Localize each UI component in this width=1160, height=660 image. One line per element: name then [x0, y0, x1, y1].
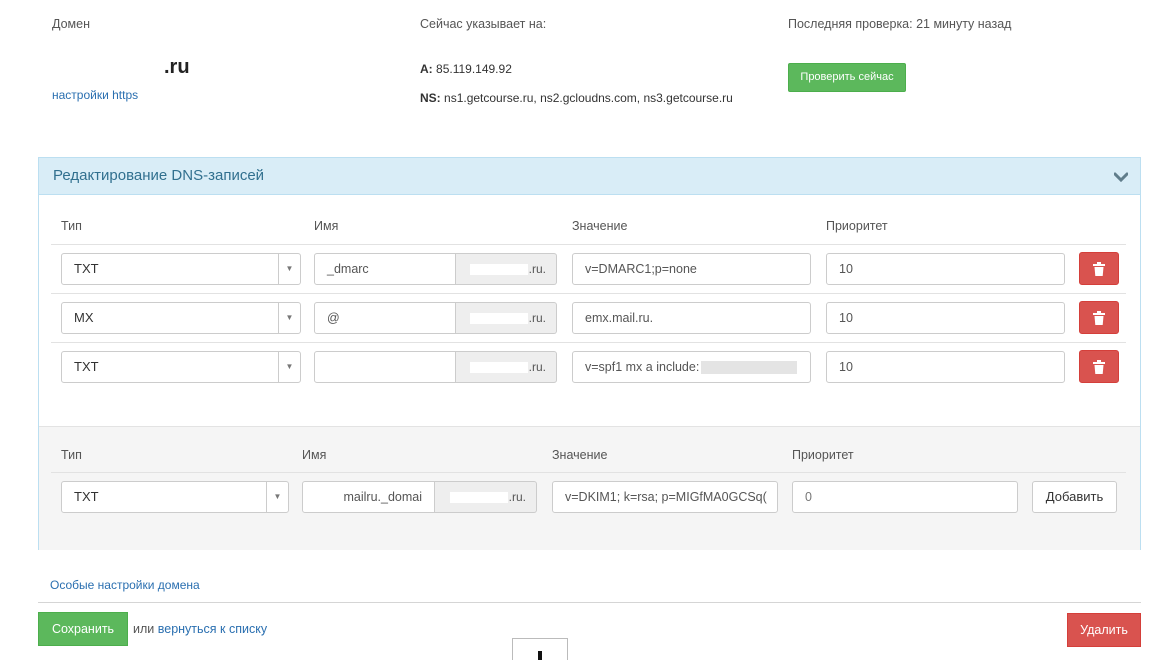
- record-name-input[interactable]: _dmarc: [314, 253, 456, 285]
- panel-title: Редактирование DNS-записей: [53, 167, 265, 184]
- special-settings-link[interactable]: Особые настройки домена: [50, 578, 200, 592]
- domain-label: Домен: [52, 17, 91, 31]
- back-to-list-link[interactable]: вернуться к списку: [158, 622, 267, 636]
- record-suffix-text: .ru.: [528, 360, 546, 374]
- col-head-name: Имя: [314, 219, 339, 233]
- record-type-value: MX: [74, 310, 94, 325]
- new-record-suffix-text: .ru.: [508, 490, 526, 504]
- trash-icon: [1093, 311, 1105, 325]
- ns-record-key: NS:: [420, 91, 441, 105]
- new-record-area: Тип Имя Значение Приоритет TXT ▼ mailru.…: [39, 426, 1140, 550]
- delete-record-button[interactable]: [1079, 301, 1119, 334]
- ns-record-line: NS: ns1.getcourse.ru, ns2.gcloudns.com, …: [420, 91, 733, 105]
- caret-down-icon: ▼: [266, 482, 288, 512]
- record-priority-input[interactable]: 10: [826, 351, 1065, 383]
- record-type-select[interactable]: TXT ▼: [61, 351, 301, 383]
- footer-divider: [38, 602, 1141, 603]
- record-type-value: TXT: [74, 261, 99, 276]
- record-value-input[interactable]: emx.mail.ru.: [572, 302, 811, 334]
- col-head-value: Значение: [572, 219, 628, 233]
- record-type-select[interactable]: MX ▼: [61, 302, 301, 334]
- dns-edit-panel: Редактирование DNS-записей Тип Имя Значе…: [38, 157, 1141, 550]
- check-now-button[interactable]: Проверить сейчас: [788, 63, 906, 92]
- new-record-type-select[interactable]: TXT ▼: [61, 481, 289, 513]
- new-header-divider: [51, 472, 1126, 473]
- record-priority-input[interactable]: 10: [826, 302, 1065, 334]
- record-name-input[interactable]: @: [314, 302, 456, 334]
- last-check-text: Последняя проверка: 21 минуту назад: [788, 17, 1012, 31]
- masked-domain: [469, 264, 528, 276]
- masked-domain: [469, 362, 528, 374]
- a-record-key: A:: [420, 62, 433, 76]
- new-col-head-priority: Приоритет: [792, 448, 854, 462]
- row-divider: [51, 293, 1126, 294]
- panel-header[interactable]: Редактирование DNS-записей: [39, 158, 1140, 195]
- ns-record-value: ns1.getcourse.ru, ns2.gcloudns.com, ns3.…: [444, 91, 733, 105]
- pointing-label: Сейчас указывает на:: [420, 17, 547, 31]
- new-col-head-type: Тип: [61, 448, 82, 462]
- masked-value: [701, 361, 798, 375]
- new-record-priority-input[interactable]: 0: [792, 481, 1018, 513]
- https-settings-link[interactable]: настройки https: [52, 88, 138, 102]
- trash-icon: [1093, 360, 1105, 374]
- new-col-head-name: Имя: [302, 448, 327, 462]
- header-divider: [51, 244, 1126, 245]
- text-cursor-overlay: [512, 638, 568, 660]
- record-priority-input[interactable]: 10: [826, 253, 1065, 285]
- or-text: или: [133, 622, 155, 636]
- col-head-priority: Приоритет: [826, 219, 888, 233]
- save-button[interactable]: Сохранить: [38, 612, 128, 646]
- masked-domain: [469, 313, 528, 325]
- new-record-value-input[interactable]: v=DKIM1; k=rsa; p=MIGfMA0GCSq(: [552, 481, 778, 513]
- record-type-value: TXT: [74, 359, 99, 374]
- trash-icon: [1093, 262, 1105, 276]
- caret-down-icon: ▼: [278, 303, 300, 333]
- domain-name: .ru: [164, 56, 190, 78]
- cursor-icon: [538, 651, 542, 660]
- record-name-suffix: .ru.: [456, 302, 557, 334]
- masked-domain: [449, 492, 508, 504]
- record-suffix-text: .ru.: [528, 262, 546, 276]
- new-col-head-value: Значение: [552, 448, 608, 462]
- col-head-type: Тип: [61, 219, 82, 233]
- new-record-type-value: TXT: [74, 489, 99, 504]
- caret-down-icon: ▼: [278, 254, 300, 284]
- delete-domain-button[interactable]: Удалить: [1067, 613, 1141, 647]
- record-name-suffix: .ru.: [456, 253, 557, 285]
- row-divider: [51, 342, 1126, 343]
- a-record-value: 85.119.149.92: [436, 62, 512, 76]
- record-name-suffix: .ru.: [456, 351, 557, 383]
- record-value-input[interactable]: v=DMARC1;p=none: [572, 253, 811, 285]
- delete-record-button[interactable]: [1079, 350, 1119, 383]
- record-suffix-text: .ru.: [528, 311, 546, 325]
- record-name-input[interactable]: [314, 351, 456, 383]
- chevron-down-icon[interactable]: [1113, 170, 1129, 185]
- new-record-name-input[interactable]: mailru._domai: [302, 481, 435, 513]
- record-value-input[interactable]: v=spf1 mx a include:: [572, 351, 811, 383]
- record-type-select[interactable]: TXT ▼: [61, 253, 301, 285]
- caret-down-icon: ▼: [278, 352, 300, 382]
- delete-record-button[interactable]: [1079, 252, 1119, 285]
- footer-back: или вернуться к списку: [133, 622, 267, 636]
- record-value-text: v=spf1 mx a include:: [585, 360, 700, 374]
- new-record-name-suffix: .ru.: [435, 481, 537, 513]
- add-record-button[interactable]: Добавить: [1032, 481, 1117, 513]
- a-record-line: A: 85.119.149.92: [420, 62, 512, 76]
